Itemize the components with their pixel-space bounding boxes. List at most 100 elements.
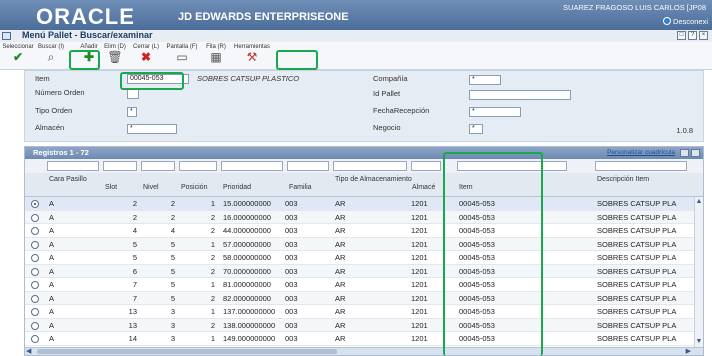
receipt-date-field[interactable]: *: [469, 107, 521, 117]
filter-level[interactable]: [141, 161, 175, 171]
cell-warehouse: 1201: [411, 199, 428, 208]
cell-level: 4: [170, 226, 175, 235]
search-button[interactable]: Buscar (I) ⌕: [36, 44, 66, 68]
table-row[interactable]: A 13 3 1 137.000000000 003 AR 1201 00045-053 SOBR…: [25, 305, 703, 319]
delete-button[interactable]: Elim (D) 🗑: [102, 44, 128, 68]
cell-storage: AR: [335, 253, 346, 262]
company-field[interactable]: *: [469, 75, 501, 85]
cell-priority: 81.000000000: [223, 280, 271, 289]
table-row[interactable]: A 2 2 1 15.000000000 003 AR 1201 00045-053 SOBRES…: [25, 197, 703, 211]
horizontal-scrollbar[interactable]: ◀ ▶: [25, 347, 703, 355]
row-select-radio[interactable]: [31, 267, 39, 276]
col-description[interactable]: Descripción Item: [597, 176, 657, 184]
cell-level: 5: [170, 266, 175, 276]
cell-priority: 138.000000000: [223, 320, 276, 330]
cell-position: 2: [210, 226, 215, 235]
restore-button[interactable]: □: [677, 31, 686, 40]
order-type-field[interactable]: *: [127, 107, 137, 117]
filter-slot[interactable]: [103, 161, 137, 171]
customize-grid-link[interactable]: Personalizar cuadrícula: [607, 149, 675, 156]
grid-collapse-icon[interactable]: [691, 149, 700, 157]
row-select-radio[interactable]: [31, 240, 39, 249]
cell-position: 1: [210, 334, 215, 343]
vertical-scrollbar[interactable]: ▲ ▼: [694, 197, 703, 347]
table-row[interactable]: A 7 5 2 82.000000000 003 AR 1201 00045-053 SOBRES…: [25, 291, 703, 305]
cell-level: 3: [170, 334, 175, 343]
cell-level: 3: [170, 320, 175, 330]
row-menu-button[interactable]: Fila (R) ▦: [202, 44, 230, 68]
order-number-field[interactable]: [127, 89, 139, 99]
cell-priority: 70.000000000: [223, 266, 271, 276]
table-row[interactable]: A 4 4 2 44.000000000 003 AR 1201 00045-053 SOBRES…: [25, 224, 703, 238]
table-row[interactable]: A 5 5 1 57.000000000 003 AR 1201 00045-053 SOBRES…: [25, 237, 703, 251]
table-row[interactable]: A 6 5 2 70.000000000 003 AR 1201 00045-053 SOBRES…: [25, 264, 703, 278]
scroll-right-icon[interactable]: ▶: [686, 347, 691, 355]
cell-desc: SOBRES CATSUP PLA: [597, 266, 677, 276]
cell-slot: 2: [132, 199, 137, 208]
row-select-radio[interactable]: [31, 294, 39, 303]
cell-family: 003: [285, 253, 298, 262]
cell-family: 003: [285, 334, 298, 343]
table-row[interactable]: A 5 5 2 58.000000000 003 AR 1201 00045-053 SOBRES…: [25, 251, 703, 265]
cell-position: 2: [210, 212, 215, 222]
scroll-left-icon[interactable]: ◀: [26, 347, 31, 355]
business-field[interactable]: *: [469, 124, 483, 134]
cell-warehouse: 1201: [411, 307, 428, 316]
filter-position[interactable]: [179, 161, 217, 171]
row-select-radio[interactable]: [31, 254, 39, 262]
filter-warehouse[interactable]: [411, 161, 441, 171]
col-slot[interactable]: Slot: [105, 184, 117, 192]
col-family[interactable]: Familia: [289, 184, 312, 192]
grid-export-icon[interactable]: [680, 149, 689, 157]
horizontal-scroll-thumb[interactable]: [37, 349, 337, 354]
cell-storage: AR: [335, 239, 346, 249]
grid-row-icon: ▦: [210, 50, 222, 64]
cell-storage: AR: [335, 212, 346, 222]
row-select-radio[interactable]: [31, 227, 39, 235]
col-position[interactable]: Posición: [181, 184, 207, 192]
cell-family: 003: [285, 239, 298, 249]
scroll-down-icon[interactable]: ▼: [695, 338, 703, 346]
table-row[interactable]: A 7 5 1 81.000000000 003 AR 1201 00045-053 SOBRES…: [25, 278, 703, 292]
cell-warehouse: 1201: [411, 239, 428, 249]
cell-desc: SOBRES CATSUP PLA: [597, 253, 677, 262]
cell-priority: 15.000000000: [223, 199, 271, 208]
tools-menu-button[interactable]: Herramientas ⚒: [232, 44, 272, 68]
close-window-button[interactable]: ×: [699, 31, 708, 40]
screen-menu-button[interactable]: Pantalla (F) ▭: [164, 44, 200, 68]
table-row[interactable]: A 13 3 2 138.000000000 003 AR 1201 00045-053 SOBR…: [25, 318, 703, 332]
cell-slot: 5: [132, 239, 137, 249]
cell-position: 2: [210, 293, 215, 303]
title-row: Menú Pallet - Buscar/examinar □ ? ×: [0, 30, 712, 42]
filter-family[interactable]: [287, 161, 329, 171]
table-row[interactable]: A 2 2 2 16.000000000 003 AR 1201 00045-053 SOBRES…: [25, 210, 703, 224]
close-button[interactable]: Cerrar (L) ✖: [130, 44, 162, 68]
col-priority[interactable]: Prioridad: [223, 184, 251, 192]
col-warehouse[interactable]: Almacé: [412, 184, 435, 192]
cell-slot: 4: [132, 226, 137, 235]
row-select-radio[interactable]: [31, 335, 39, 343]
receipt-date-label: FechaRecepción: [373, 106, 430, 115]
warehouse-field[interactable]: *: [127, 124, 177, 134]
col-face[interactable]: Cara Pasillo: [49, 176, 91, 184]
filter-face[interactable]: [47, 161, 99, 171]
cell-priority: 137.000000000: [223, 307, 276, 316]
row-select-radio[interactable]: [31, 281, 39, 289]
help-button[interactable]: ?: [688, 31, 697, 40]
table-row[interactable]: A 14 3 1 149.000000000 003 AR 1201 00045-053 SOBR…: [25, 332, 703, 346]
col-level[interactable]: Nivel: [143, 184, 159, 192]
row-select-radio[interactable]: [31, 321, 39, 330]
filter-priority[interactable]: [221, 161, 283, 171]
filter-storage-type[interactable]: [333, 161, 407, 171]
filter-description[interactable]: [595, 161, 687, 171]
col-storage-type[interactable]: Tipo de Almacenamiento: [335, 176, 415, 184]
logout-link[interactable]: Desconexi: [662, 17, 708, 26]
brand-bar: ORACLE JD EDWARDS ENTERPRISEONE SUAREZ F…: [0, 0, 712, 30]
grid-header: Registros 1 - 72 Personalizar cuadrícula: [25, 147, 703, 159]
pallet-id-field[interactable]: [469, 90, 571, 100]
select-button[interactable]: Seleccionar ✔: [2, 44, 34, 68]
row-select-radio[interactable]: [31, 213, 39, 222]
scroll-up-icon[interactable]: ▲: [695, 198, 703, 206]
row-select-radio[interactable]: [31, 308, 39, 316]
row-select-radio[interactable]: [31, 200, 39, 208]
